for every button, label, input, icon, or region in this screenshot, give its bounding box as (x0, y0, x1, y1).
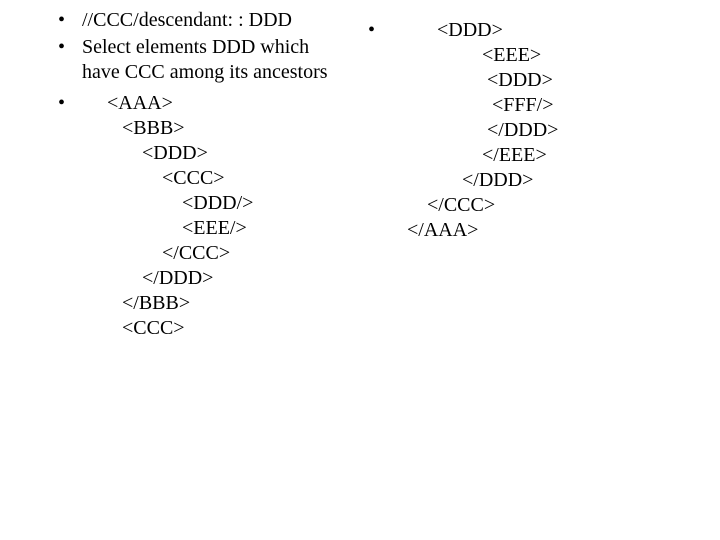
bullet-xpath: //CCC/descendant: : DDD (50, 8, 350, 33)
right-list: <DDD> <EEE> <DDD> <FFF/> </DDD> </EEE> <… (360, 18, 690, 243)
left-list: //CCC/descendant: : DDD Select elements … (50, 8, 350, 341)
bullet-description: Select elements DDD which have CCC among… (50, 35, 350, 85)
bullet-code-right: <DDD> <EEE> <DDD> <FFF/> </DDD> </EEE> <… (360, 18, 690, 243)
bullet-code-left: <AAA> <BBB> <DDD> <CCC> <DDD/> <EEE/> </… (50, 91, 350, 341)
slide: //CCC/descendant: : DDD Select elements … (0, 0, 720, 540)
right-column: <DDD> <EEE> <DDD> <FFF/> </DDD> </EEE> <… (360, 12, 690, 245)
left-code-block: <AAA> <BBB> <DDD> <CCC> <DDD/> <EEE/> </… (82, 91, 350, 341)
bullet-description-text: Select elements DDD which have CCC among… (82, 36, 328, 83)
bullet-xpath-text: //CCC/descendant: : DDD (82, 9, 292, 31)
right-code-block: <DDD> <EEE> <DDD> <FFF/> </DDD> </EEE> <… (392, 18, 690, 243)
left-column: //CCC/descendant: : DDD Select elements … (50, 8, 350, 343)
